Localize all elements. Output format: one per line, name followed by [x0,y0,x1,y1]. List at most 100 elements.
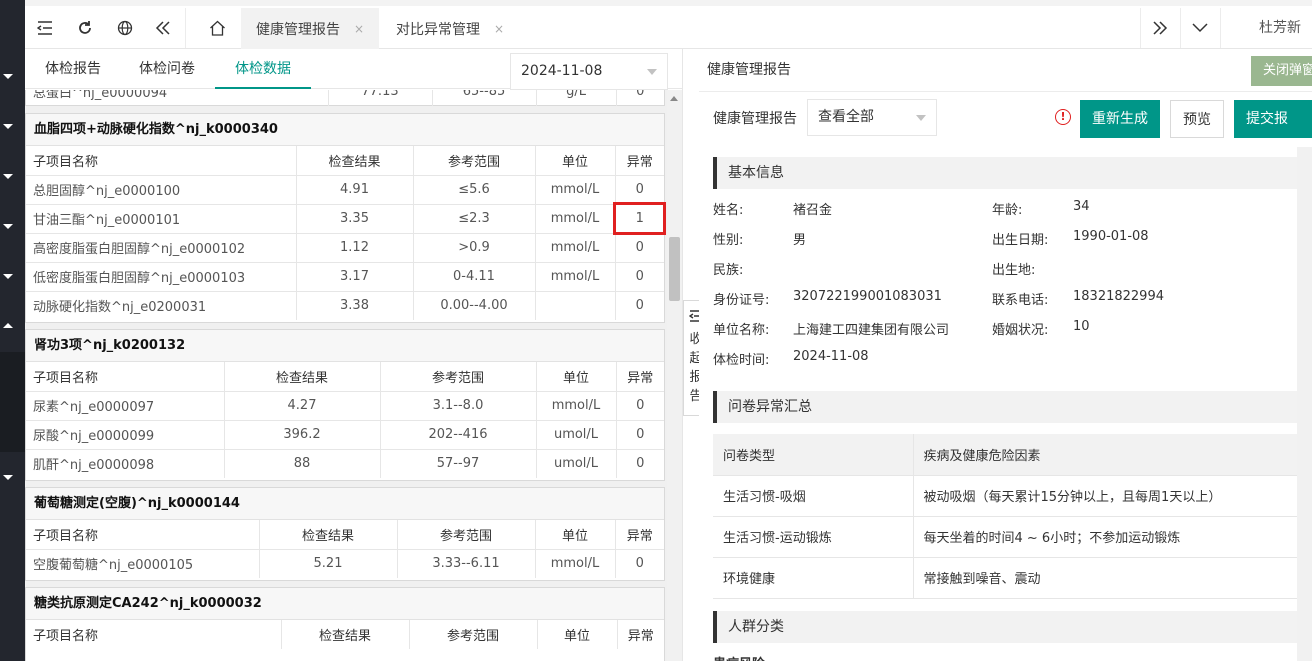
table-row: 肌酐^nj_e0000098 88 57--97 umol/L 0 [26,449,664,478]
exam-data-scrollbar[interactable] [667,90,682,661]
birthdate-value: 1990-01-08 [1073,229,1149,244]
item-range: 0.00--4.00 [413,291,536,320]
risk-factor: 被动吸烟（每天累计15分钟以上，且每周1天以上） [913,475,1297,517]
risk-factor: 每天坐着的时间4 ~ 6小时；不参加运动锻炼 [913,516,1297,558]
tab-exam-data[interactable]: 体检数据 [215,49,311,89]
globe-icon[interactable] [105,8,145,48]
sub-tab-bar: 体检报告 体检问卷 体检数据 2024-11-08 [25,49,682,90]
tab-close-icon[interactable]: × [354,22,364,36]
item-name: 低密度脂蛋白胆固醇^nj_e0000103 [26,262,297,292]
scrollbar-thumb[interactable] [669,237,680,301]
view-filter-select[interactable]: 查看全部 [807,99,937,136]
partial-group-card: 总蛋白^nj_e0000094 77.13 65--85 g/L 0 [25,90,665,106]
item-range: 202--416 [380,420,537,450]
item-range: >0.9 [413,233,536,263]
abnormal-flag-highlighted: 1 [613,202,666,235]
col-header: 疾病及健康危险因素 [913,434,1297,476]
item-result: 4.27 [224,391,381,421]
item-abnormal: 0 [615,175,664,205]
item-result: 4.91 [296,175,414,205]
item-abnormal: 0 [636,456,645,472]
col-header: 问卷类型 [713,434,914,476]
item-range: ≤2.3 [413,204,536,234]
submit-report-button[interactable]: 提交报告 [1234,100,1312,165]
report-header: 健康管理报告 关闭弹窗 [699,49,1312,92]
scroll-tabs-right-icon[interactable] [1140,8,1180,48]
tab-anomaly-compare[interactable]: 对比异常管理 × [379,8,521,49]
home-icon[interactable] [197,8,237,48]
nav-expand-icon[interactable] [3,274,13,279]
exam-date-select[interactable]: 2024-11-08 [510,53,668,90]
regenerate-button[interactable]: 重新生成 [1080,100,1160,138]
left-nav-highlight [0,352,25,452]
tab-close-icon[interactable]: × [494,22,504,36]
item-abnormal: 0 [635,556,644,572]
item-name: 总胆固醇^nj_e0000100 [26,175,297,205]
section-basic-info: 基本信息 [713,157,1297,189]
item-result: 3.17 [296,262,414,292]
nav-expand-icon[interactable] [3,74,13,79]
marital-label: 婚姻状况: [992,323,1049,338]
report-title: 健康管理报告 [707,62,791,78]
item-abnormal: 0 [616,391,664,421]
chevron-down-icon [647,69,657,75]
preview-button[interactable]: 预览 [1170,100,1224,138]
app-window: 健康管理报告 × 对比异常管理 × 杜芳新 体检报告 体检问卷 体检数据 202… [0,0,1312,661]
report-scrollbar[interactable] [1297,147,1312,661]
phone-value: 18321822994 [1073,289,1164,304]
col-header: 单位 [536,362,617,392]
tab-health-report[interactable]: 健康管理报告 × [241,8,379,49]
item-result: 88 [224,449,381,478]
item-result: 77.13 [328,90,433,106]
close-popup-button[interactable]: 关闭弹窗 [1251,56,1312,86]
chevron-down-icon [916,115,926,121]
questionnaire-table: 问卷类型 疾病及健康危险因素 生活习惯-吸烟 被动吸烟（每天累计15分钟以上，且… [713,434,1297,599]
marital-value: 10 [1073,319,1090,334]
nav-collapse-icon[interactable] [3,323,13,328]
user-name[interactable]: 杜芳新 [1259,8,1301,48]
nav-expand-icon[interactable] [3,124,13,129]
scroll-up-icon[interactable] [670,96,678,101]
chevron-down-icon[interactable] [1180,8,1220,48]
group-card-kidney: 肾功3项^nj_k0200132 子项目名称 检查结果 参考范围 单位 异常 尿… [25,329,665,481]
table-header-row: 问卷类型 疾病及健康危险因素 [713,434,1297,476]
col-header: 检查结果 [281,620,410,649]
item-result: 3.35 [296,204,414,234]
item-abnormal: 0 [635,298,644,314]
item-unit: umol/L [536,449,617,478]
group-title: 血脂四项+动脉硬化指数^nj_k0000340 [26,114,664,146]
col-header: 子项目名称 [26,620,282,649]
table-row: 总胆固醇^nj_e0000100 4.91 ≤5.6 mmol/L 0 [26,175,664,205]
item-unit: mmol/L [535,549,616,578]
report-toolbar: 健康管理报告 查看全部 ! 重新生成 预览 提交报告 [699,92,1312,165]
questionnaire-type: 生活习惯-吸烟 [713,475,914,517]
tab-questionnaire[interactable]: 体检问卷 [139,49,195,89]
table-row: 低密度脂蛋白胆固醇^nj_e0000103 3.17 0-4.11 mmol/L… [26,262,664,292]
report-scroll-area[interactable]: 基本信息 姓名: 褚召金 年龄: 34 性别: 男 出生日期: 1990-01-… [699,147,1297,661]
col-header: 参考范围 [397,520,536,550]
col-header: 子项目名称 [26,362,225,392]
tab-exam-report[interactable]: 体检报告 [45,49,101,89]
item-unit: mmol/L [535,204,616,234]
refresh-icon[interactable] [65,8,105,48]
item-result: 1.12 [296,233,414,263]
exam-data-scroll-area[interactable]: 总蛋白^nj_e0000094 77.13 65--85 g/L 0 血脂四项+… [25,90,682,661]
exam-time-value: 2024-11-08 [793,349,869,364]
left-nav-rail [0,0,25,661]
company-value: 上海建工四建集团有限公司 [793,323,950,338]
item-range: 3.1--8.0 [380,391,537,421]
item-name: 尿酸^nj_e0000099 [26,420,225,450]
item-result: 3.38 [296,291,414,320]
age-value: 34 [1073,199,1090,214]
scroll-tabs-left-icon[interactable] [143,8,183,48]
nav-expand-icon[interactable] [3,224,13,229]
nav-expand-icon[interactable] [3,174,13,179]
col-header: 异常 [615,520,664,550]
table-row: 环境健康 常接触到噪音、震动 [713,557,1297,599]
item-unit: g/L [536,90,617,106]
col-header: 单位 [535,146,616,176]
nav-expand-icon[interactable] [3,475,13,480]
item-range: 65--85 [432,90,537,106]
section-crowd-classification: 人群分类 [713,611,1297,643]
menu-toggle-icon[interactable] [25,8,65,48]
